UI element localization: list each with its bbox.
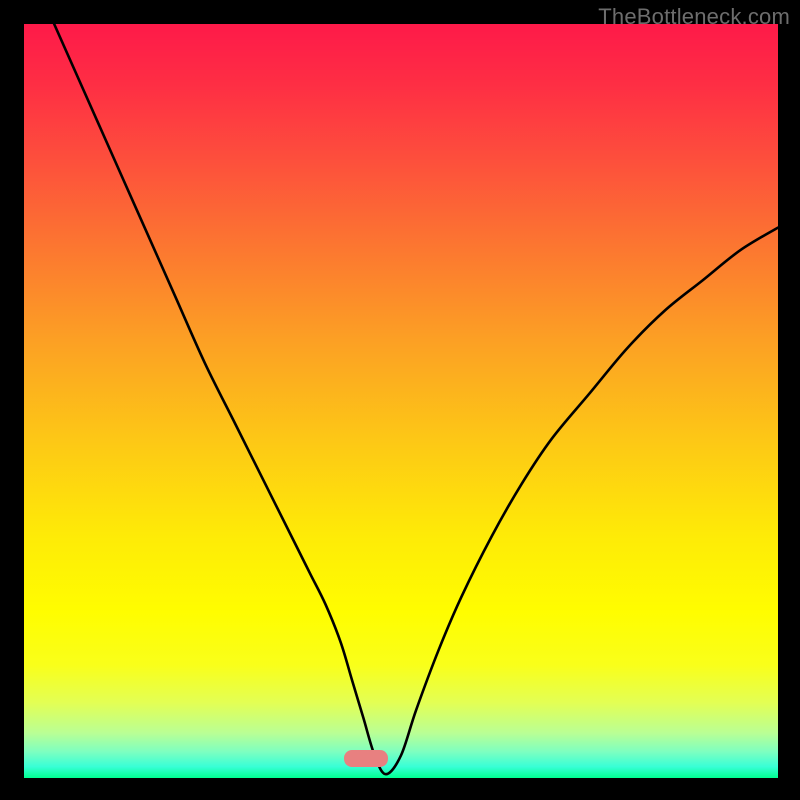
bottleneck-curve	[24, 24, 778, 778]
chart-frame: TheBottleneck.com	[0, 0, 800, 800]
optimum-marker	[344, 750, 388, 767]
watermark-text: TheBottleneck.com	[598, 4, 790, 30]
plot-area	[24, 24, 778, 778]
